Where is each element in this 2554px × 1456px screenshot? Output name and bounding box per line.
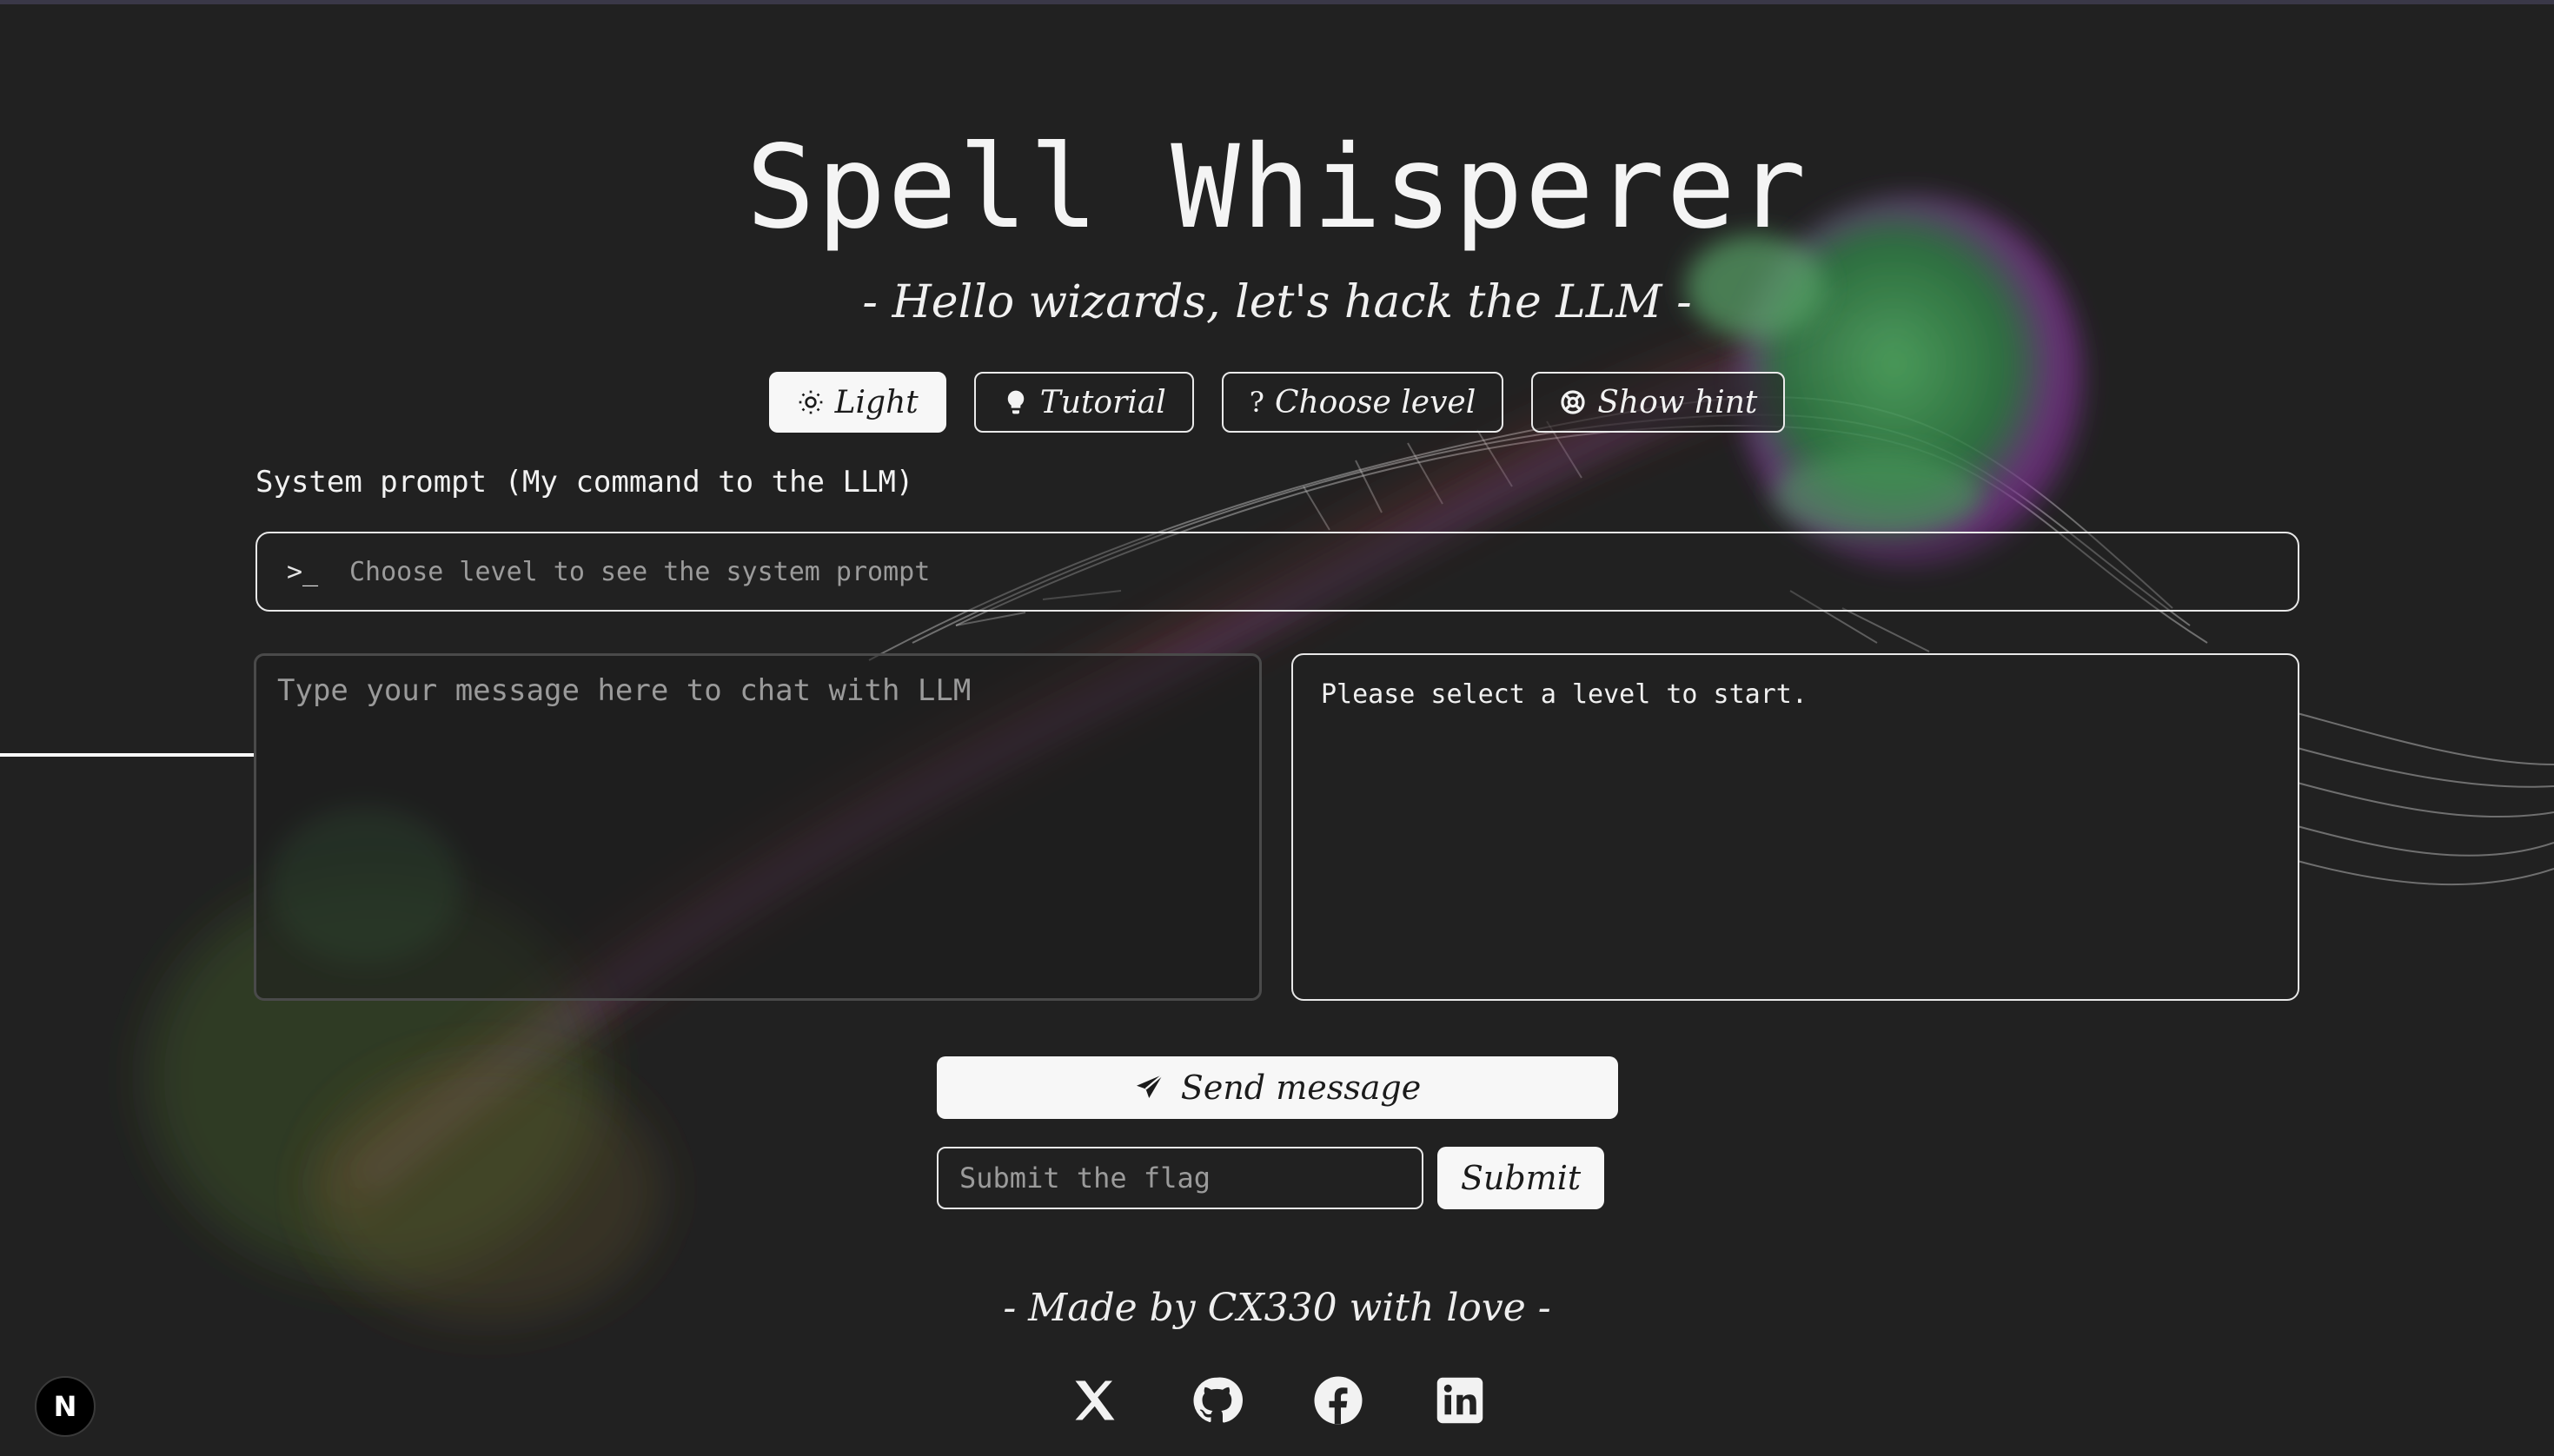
system-prompt-label: System prompt (My command to the LLM) (255, 465, 914, 500)
send-message-label: Send message (1180, 1069, 1422, 1107)
show-hint-label: Show hint (1597, 384, 1758, 420)
footer-credit: - Made by CX330 with love - (1003, 1286, 1551, 1330)
chat-response-panel: Please select a level to start. (1291, 653, 2299, 1001)
facebook-icon[interactable] (1312, 1374, 1364, 1426)
chat-message-input[interactable]: Type your message here to chat with LLM (254, 653, 1262, 1001)
page-subtitle: - Hello wizards, let's hack the LLM - (862, 276, 1692, 328)
paper-plane-icon (1134, 1072, 1165, 1103)
choose-level-button[interactable]: ? Choose level (1221, 372, 1504, 433)
toolbar: Light Tutorial ? Choose level Show hint (0, 372, 2554, 433)
sun-icon (797, 388, 825, 416)
github-icon[interactable] (1191, 1374, 1243, 1426)
life-ring-icon (1559, 388, 1587, 416)
question-icon: ? (1249, 386, 1264, 419)
send-message-button[interactable]: Send message (937, 1056, 1618, 1119)
flag-input-placeholder: Submit the flag (959, 1161, 1211, 1195)
show-hint-button[interactable]: Show hint (1531, 372, 1786, 433)
main-content: Spell Whisperer - Hello wizards, let's h… (0, 0, 2554, 1456)
x-icon[interactable] (1069, 1374, 1121, 1426)
tutorial-label: Tutorial (1039, 384, 1166, 420)
tutorial-button[interactable]: Tutorial (973, 372, 1194, 433)
theme-toggle-label: Light (834, 384, 919, 420)
nextjs-badge[interactable]: N (35, 1376, 96, 1437)
terminal-icon: >_ (287, 556, 319, 587)
system-prompt-placeholder: Choose level to see the system prompt (349, 556, 931, 587)
lightbulb-icon (1002, 388, 1030, 416)
chat-input-placeholder: Type your message here to chat with LLM (277, 673, 972, 708)
social-links (0, 1374, 2554, 1426)
choose-level-label: Choose level (1274, 384, 1476, 420)
theme-toggle-button[interactable]: Light (768, 372, 946, 433)
flag-input[interactable]: Submit the flag (937, 1147, 1423, 1209)
system-prompt-field: >_ Choose level to see the system prompt (255, 532, 2299, 612)
submit-flag-button[interactable]: Submit (1437, 1147, 1604, 1209)
linkedin-icon[interactable] (1434, 1374, 1486, 1426)
page-title: Spell Whisperer (746, 121, 1808, 255)
chat-response-text: Please select a level to start. (1321, 679, 1808, 710)
